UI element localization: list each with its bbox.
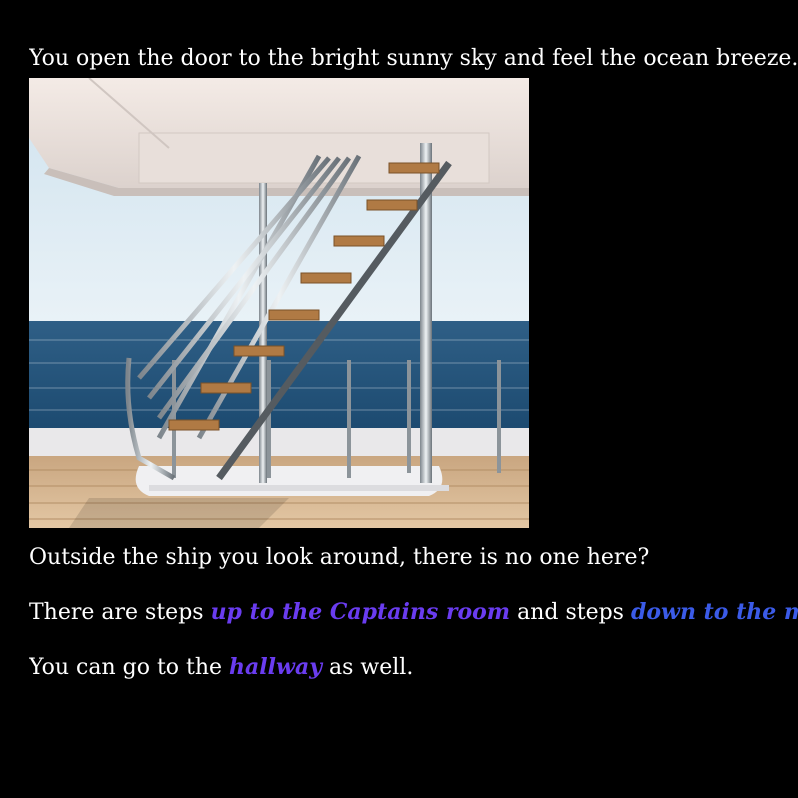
hallway-prefix-text: You can go to the <box>29 655 230 680</box>
link-up-captains-room[interactable]: up to the Captains room <box>211 599 511 625</box>
link-hallway[interactable]: hallway <box>229 654 322 680</box>
outside-text: Outside the ship you look around, there … <box>29 545 650 570</box>
hallway-suffix-text: as well. <box>322 655 414 680</box>
ship-deck-staircase-image <box>29 78 529 528</box>
intro-text: You open the door to the bright sunny sk… <box>29 46 798 71</box>
link-down-steps[interactable]: down to the ma <box>631 599 798 625</box>
steps-paragraph: There are steps up to the Captains room … <box>29 594 798 631</box>
steps-prefix-text: There are steps <box>29 600 211 625</box>
steps-middle-text: and steps <box>510 600 631 625</box>
story-passage: You open the door to the bright sunny sk… <box>29 41 798 686</box>
hallway-paragraph: You can go to the hallway as well. <box>29 649 798 686</box>
